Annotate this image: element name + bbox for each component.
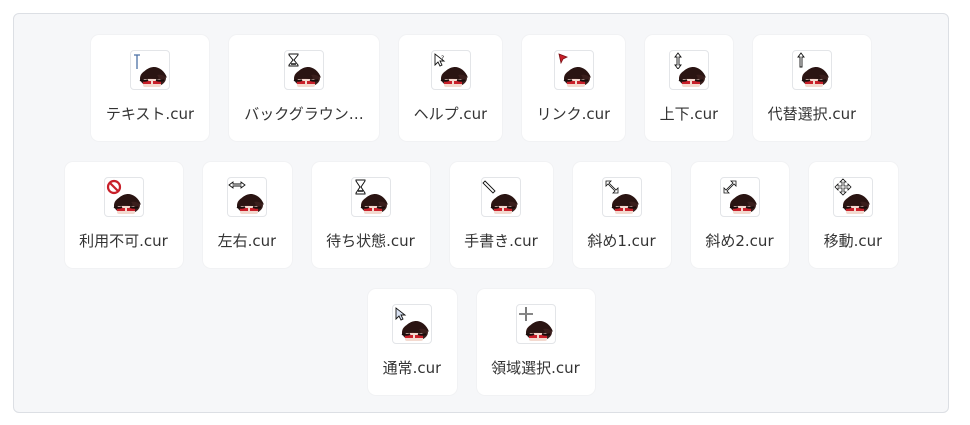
cursor-preview-thumbnail xyxy=(833,177,873,217)
busy-hourglass-cursor-icon xyxy=(355,179,365,195)
cursor-card[interactable]: 斜め1.cur xyxy=(572,162,671,268)
cursor-preview-thumbnail xyxy=(284,50,324,90)
cursor-card[interactable]: 移動.cur xyxy=(808,162,898,268)
cursor-file-name: 代替選択.cur xyxy=(767,105,857,123)
cursor-file-name: 待ち状態.cur xyxy=(326,232,415,250)
cursor-preview-thumbnail xyxy=(392,304,432,344)
cursor-row-3: 通常.cur 領域選択.cur xyxy=(14,289,948,395)
cursor-preview-thumbnail xyxy=(227,177,267,217)
cursor-card[interactable]: バックグラウン… xyxy=(229,35,379,141)
cursor-preview-thumbnail xyxy=(350,177,391,217)
cursor-file-name: 手書き.cur xyxy=(464,232,538,250)
cursor-preview-thumbnail xyxy=(792,50,832,90)
svg-text:?: ? xyxy=(441,55,444,62)
cursor-file-name: 移動.cur xyxy=(823,232,883,250)
cursor-preview-thumbnail xyxy=(601,177,642,217)
handwriting-pen-cursor-icon xyxy=(482,180,496,194)
background-busy-cursor-icon xyxy=(288,53,299,67)
cursor-card[interactable]: 代替選択.cur xyxy=(753,35,871,141)
cursor-file-name: リンク.cur xyxy=(536,105,611,123)
link-cursor-icon xyxy=(557,53,568,65)
cursor-card[interactable]: 利用不可.cur xyxy=(64,162,183,268)
cursor-card[interactable]: テキスト.cur xyxy=(91,35,209,141)
cursor-preview-thumbnail xyxy=(515,304,556,344)
cursor-file-name: 斜め1.cur xyxy=(587,232,656,250)
cursor-card[interactable]: ? ヘルプ.cur xyxy=(399,35,502,141)
normal-arrow-cursor-icon xyxy=(395,307,407,321)
resize-diagonal-1-cursor-icon xyxy=(605,180,618,194)
cursor-file-name: 左右.cur xyxy=(217,232,277,250)
cursor-file-name: テキスト.cur xyxy=(105,105,195,123)
cursor-card[interactable]: リンク.cur xyxy=(522,35,625,141)
help-cursor-icon: ? xyxy=(434,53,445,67)
cursor-card[interactable]: 斜め2.cur xyxy=(690,162,789,268)
cursor-preview-thumbnail: ? xyxy=(430,50,471,90)
cursor-preview-thumbnail xyxy=(103,177,144,217)
resize-diagonal-2-cursor-icon xyxy=(723,180,736,194)
cursor-file-name: 利用不可.cur xyxy=(79,232,168,250)
unavailable-cursor-icon xyxy=(106,179,121,195)
resize-horizontal-cursor-icon xyxy=(228,181,246,189)
move-cursor-icon xyxy=(834,178,852,196)
text-ibeam-cursor-icon xyxy=(134,54,140,69)
cursor-card[interactable]: 手書き.cur xyxy=(449,162,553,268)
cursor-file-name: バックグラウン… xyxy=(244,105,364,123)
cursor-row-2: 利用不可.cur 左右.cur 待ち状態.cur 手書き.cur 斜め1.cur… xyxy=(14,162,948,268)
cursor-file-name: 上下.cur xyxy=(659,105,719,123)
cursor-card[interactable]: 上下.cur xyxy=(645,35,733,141)
resize-vertical-cursor-icon xyxy=(674,52,682,69)
cursor-file-panel: テキスト.cur バックグラウン… ? ヘルプ.cur リンク.cur 上下.cu… xyxy=(13,13,949,413)
cursor-preview-thumbnail xyxy=(553,50,594,90)
alternate-select-cursor-icon xyxy=(797,52,805,68)
cursor-card[interactable]: 待ち状態.cur xyxy=(311,162,430,268)
cursor-file-name: 領域選択.cur xyxy=(491,359,580,377)
cursor-card[interactable]: 通常.cur xyxy=(367,289,457,395)
cursor-row-1: テキスト.cur バックグラウン… ? ヘルプ.cur リンク.cur 上下.cu… xyxy=(14,35,948,141)
cursor-preview-thumbnail xyxy=(481,177,521,217)
precision-select-cursor-icon xyxy=(518,307,533,321)
cursor-file-name: ヘルプ.cur xyxy=(413,105,488,123)
cursor-card[interactable]: 左右.cur xyxy=(202,162,292,268)
cursor-file-name: 斜め2.cur xyxy=(705,232,774,250)
cursor-preview-thumbnail xyxy=(719,177,760,217)
cursor-file-name: 通常.cur xyxy=(382,359,442,377)
cursor-preview-thumbnail xyxy=(130,50,170,90)
cursor-card[interactable]: 領域選択.cur xyxy=(476,289,595,395)
cursor-preview-thumbnail xyxy=(669,50,709,90)
